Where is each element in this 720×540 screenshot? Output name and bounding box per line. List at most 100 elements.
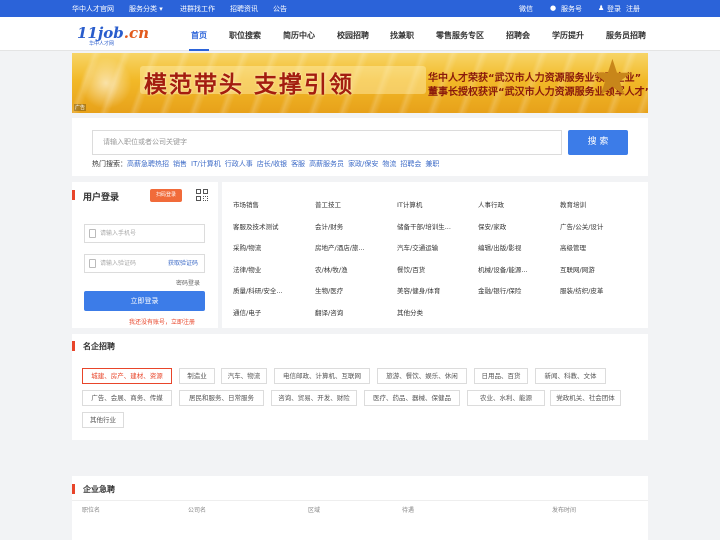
industry-tag[interactable]: 制造业	[179, 368, 215, 384]
category-link[interactable]: 美容/健身/体育	[397, 285, 440, 295]
hot-keyword[interactable]: IT/计算机	[191, 160, 221, 168]
logo-domain: .cn	[123, 24, 150, 42]
industry-tag[interactable]: 党政机关、社会团体	[550, 390, 621, 406]
user-icon: ♟	[598, 4, 605, 12]
nav-education[interactable]: 学历提升	[552, 30, 584, 41]
code-field[interactable]: 请输入验证码 获取验证码	[84, 254, 205, 273]
hot-keyword[interactable]: 高薪急聘热招	[127, 160, 169, 168]
nav-resume-center[interactable]: 简历中心	[283, 30, 315, 41]
hot-keyword[interactable]: 兼职	[425, 160, 439, 168]
hot-keyword[interactable]: 销售	[173, 160, 187, 168]
category-link[interactable]: 餐饮/百货	[397, 264, 425, 274]
search-input[interactable]: 请输入职位或者公司关键字	[92, 130, 562, 155]
login-title: 用户登录	[83, 193, 120, 203]
column-header-date: 发布时间	[552, 507, 577, 514]
industry-tag[interactable]: 新闻、科教、文体	[535, 368, 606, 384]
category-link[interactable]: 生物/医疗	[315, 285, 343, 295]
login-button[interactable]: 立即登录	[84, 291, 205, 311]
section-accent-bar	[72, 484, 75, 494]
hot-keyword[interactable]: 家政/保安	[348, 160, 378, 168]
login-link[interactable]: 登录	[607, 4, 621, 14]
wechat-link[interactable]: 微信	[519, 4, 533, 14]
site-name-link[interactable]: 华中人才官网	[72, 4, 114, 14]
logo-subtitle: 华中人才网	[89, 41, 115, 47]
service-category-menu[interactable]: 服务分类 ▾	[129, 4, 163, 14]
category-link[interactable]: 翻译/咨询	[315, 307, 343, 317]
nav-job-fair[interactable]: 招聘会	[506, 30, 530, 41]
category-link[interactable]: 普工技工	[315, 199, 341, 209]
site-logo[interactable]: 11job.cn 华中人才网	[77, 24, 149, 47]
category-link[interactable]: 编辑/出版/影视	[478, 242, 521, 252]
nav-job-search[interactable]: 职位搜索	[229, 30, 261, 41]
nav-campus[interactable]: 校园招聘	[337, 30, 369, 41]
category-link[interactable]: 房地产/酒店/旅...	[315, 242, 365, 252]
category-link[interactable]: 客服及技术测试	[233, 221, 279, 231]
get-code-link[interactable]: 获取验证码	[168, 255, 198, 272]
category-link[interactable]: 市场销售	[233, 199, 259, 209]
qr-code-icon[interactable]	[196, 189, 208, 201]
search-button[interactable]: 搜 索	[568, 130, 628, 155]
password-login-link[interactable]: 密码登录	[176, 278, 200, 287]
category-link[interactable]: 金融/银行/保险	[478, 285, 521, 295]
category-link[interactable]: IT计算机	[397, 199, 422, 209]
banner-title: 模范带头 支撑引领	[144, 72, 355, 98]
category-link[interactable]: 教育培训	[560, 199, 586, 209]
category-link[interactable]: 保安/家政	[478, 221, 506, 231]
industry-tag[interactable]: 其他行业	[82, 412, 124, 428]
notice-link[interactable]: 公告	[273, 4, 287, 14]
enter-group-link[interactable]: 进群找工作	[180, 4, 215, 14]
phone-field[interactable]: 请输入手机号	[84, 224, 205, 243]
category-link[interactable]: 汽车/交通运输	[397, 242, 438, 252]
category-link[interactable]: 高级管理	[560, 242, 586, 252]
top-bar: 华中人才官网 服务分类 ▾ 进群找工作 招聘资讯 公告 微信 ● 服务号 ♟ 登…	[0, 0, 720, 17]
category-link[interactable]: 会计/财务	[315, 221, 343, 231]
industry-tag[interactable]: 居民和服务、日常服务	[179, 390, 264, 406]
scan-login-button[interactable]: 扫码登录	[150, 189, 182, 202]
category-link[interactable]: 其他分类	[397, 307, 423, 317]
category-link[interactable]: 通信/电子	[233, 307, 261, 317]
famous-company-section: 名企招聘 城建、房产、建材、资源 制造业 汽车、物流 电信邮政、计算机、互联网 …	[72, 334, 648, 440]
industry-tag[interactable]: 医疗、药品、器械、保健品	[364, 390, 460, 406]
hot-keyword[interactable]: 招聘会	[400, 160, 421, 168]
category-link[interactable]: 储备干部/培训生...	[397, 221, 451, 231]
nav-waiter-recruit[interactable]: 服务员招聘	[606, 30, 646, 41]
category-link[interactable]: 农/林/牧/渔	[315, 264, 348, 274]
star-trophy-icon: ★	[590, 53, 635, 107]
category-link[interactable]: 互联网/网游	[560, 264, 595, 274]
register-prompt-link[interactable]: 我还没有账号，立即注册	[129, 317, 195, 326]
category-link[interactable]: 采购/物流	[233, 242, 261, 252]
hot-keyword[interactable]: 物流	[382, 160, 396, 168]
nav-part-time[interactable]: 找兼职	[390, 30, 414, 41]
category-link[interactable]: 机械/设备/能源...	[478, 264, 528, 274]
industry-tag[interactable]: 日用品、百货	[474, 368, 528, 384]
urgent-jobs-section: 企业急聘 职位名 公司名 区域 待遇 发布时间	[72, 476, 648, 540]
nav-retail-zone[interactable]: 零售服务专区	[436, 30, 484, 41]
category-link[interactable]: 质量/科研/安全...	[233, 285, 283, 295]
category-link[interactable]: 广告/公关/设计	[560, 221, 603, 231]
ad-label: 广告	[74, 104, 87, 111]
service-account-link[interactable]: 服务号	[561, 4, 582, 14]
register-link[interactable]: 注册	[626, 4, 640, 14]
nav-home[interactable]: 首页	[191, 30, 207, 41]
category-link[interactable]: 法律/物业	[233, 264, 261, 274]
famous-title: 名企招聘	[83, 342, 115, 351]
industry-tag[interactable]: 农业、水利、能源	[467, 390, 545, 406]
industry-tag[interactable]: 旅游、餐饮、娱乐、休闲	[377, 368, 467, 384]
industry-tag[interactable]: 广告、会展、商务、传媒	[82, 390, 172, 406]
column-header-region: 区域	[308, 507, 321, 514]
hot-search-label: 热门搜索：	[92, 160, 127, 168]
hot-keyword[interactable]: 店长/收银	[257, 160, 287, 168]
hot-keyword[interactable]: 客服	[291, 160, 305, 168]
category-link[interactable]: 人事行政	[478, 199, 504, 209]
industry-tag[interactable]: 咨询、贸易、开发、财险	[271, 390, 357, 406]
industry-tag[interactable]: 城建、房产、建材、资源	[82, 368, 172, 384]
urgent-title: 企业急聘	[83, 485, 115, 494]
hot-keyword[interactable]: 高薪服务员	[309, 160, 344, 168]
recruit-info-link[interactable]: 招聘资讯	[230, 4, 258, 14]
phone-icon	[89, 229, 96, 238]
hot-keyword[interactable]: 行政人事	[225, 160, 253, 168]
industry-tag[interactable]: 电信邮政、计算机、互联网	[274, 368, 370, 384]
category-link[interactable]: 服装/纺织/皮革	[560, 285, 603, 295]
industry-tag[interactable]: 汽车、物流	[221, 368, 267, 384]
promo-banner[interactable]: 模范带头 支撑引领 华中人才荣获“武汉市人力资源服务业领军企业” 董事长授权获评…	[72, 53, 648, 113]
